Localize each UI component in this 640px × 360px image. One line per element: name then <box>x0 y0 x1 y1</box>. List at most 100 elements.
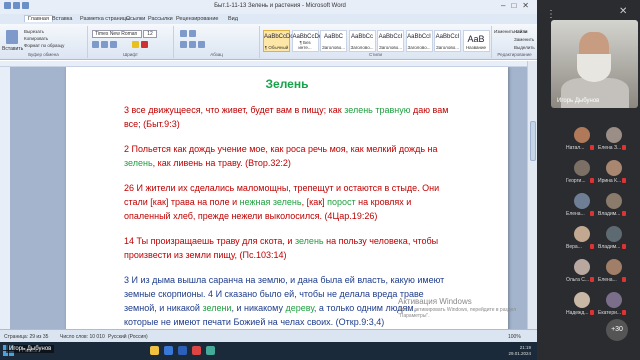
menu-icon[interactable]: ⋮ <box>546 9 556 20</box>
mic-muted-icon <box>622 145 626 150</box>
tab-5[interactable]: Рецензирование <box>176 16 218 22</box>
word-icon[interactable] <box>178 346 187 355</box>
verse-paragraph: 14 Ты произращаешь траву для скота, и зе… <box>124 234 450 262</box>
mic-muted-icon <box>622 310 626 315</box>
participant-tile[interactable]: Владим... <box>598 226 629 253</box>
mic-muted-icon <box>590 211 594 216</box>
style-item[interactable]: AaBbCcDc ¶ Без инте... <box>291 30 322 52</box>
verse-text: , [как] <box>301 197 328 207</box>
font-name-select[interactable]: Times New Roman <box>92 30 142 38</box>
participant-tile[interactable]: Владим... <box>598 193 629 220</box>
main-speaker-video[interactable] <box>551 20 638 108</box>
document-body[interactable]: 3 все движущееся, что живет, будет вам в… <box>124 103 450 329</box>
participant-tile[interactable]: Надежд... <box>566 292 597 319</box>
align-left-icon[interactable] <box>180 41 187 48</box>
speaker-beard <box>577 54 611 82</box>
status-language[interactable]: Русский (Россия) <box>108 334 148 340</box>
participant-tile[interactable]: Екатери... <box>598 292 629 319</box>
browser-icon[interactable] <box>164 346 173 355</box>
style-label: Заголово... <box>322 45 345 50</box>
highlighted-keyword: зелень <box>294 236 324 246</box>
mic-muted-icon <box>590 244 594 249</box>
close-icon[interactable]: ✕ <box>619 6 627 17</box>
style-preview: AaBbCc <box>350 34 373 40</box>
scroll-thumb[interactable] <box>530 121 536 161</box>
font-size-select[interactable]: 12 <box>143 30 157 38</box>
avatar <box>606 193 622 209</box>
participant-tile[interactable]: Ирина К... <box>598 160 629 187</box>
participant-tile[interactable]: Елена З... <box>598 127 629 154</box>
status-zoom[interactable]: 100% <box>508 334 521 340</box>
editing-group: Изменить стили Найти Заменить Выделить Р… <box>492 26 537 58</box>
tab-3[interactable]: Ссылки <box>126 16 145 22</box>
tab-1[interactable]: Вставка <box>52 16 72 22</box>
mic-muted-icon <box>622 211 626 216</box>
participant-tile[interactable]: Георги... <box>566 160 597 187</box>
avatar <box>606 226 622 242</box>
app-icon[interactable] <box>206 346 215 355</box>
participant-tile[interactable]: Ольга С... <box>566 259 597 286</box>
mic-muted-icon <box>622 178 626 183</box>
group-label: Буфер обмена <box>28 52 59 57</box>
select-button[interactable]: Выделить <box>514 45 535 50</box>
numbering-icon[interactable] <box>189 30 196 37</box>
participant-tile[interactable]: Натал... <box>566 127 597 154</box>
style-item[interactable]: AaBbC Заголово... <box>320 30 347 52</box>
style-preview: AaBbCcI <box>435 34 460 40</box>
participant-tile[interactable]: Елена... <box>598 259 629 286</box>
title-bar: Быт.1-11-13 Зелень и растения - Microsof… <box>0 0 537 14</box>
tab-0[interactable]: Главная <box>24 15 53 22</box>
status-bar: Страница: 29 из 35 Число слов: 10 010 Ру… <box>0 329 537 342</box>
format-painter-button[interactable]: Формат по образцу <box>24 43 64 48</box>
style-item[interactable]: AaBbCcDc ¶ Обычный <box>263 30 293 52</box>
style-item[interactable]: AaBbCcI Заголово... <box>434 30 461 52</box>
vertical-scrollbar[interactable] <box>527 61 537 329</box>
replace-button[interactable]: Заменить <box>514 37 534 42</box>
italic-icon[interactable] <box>101 41 108 48</box>
save-icon[interactable] <box>13 2 20 9</box>
quick-access-toolbar[interactable] <box>4 2 34 12</box>
style-label: ¶ Без инте... <box>298 40 312 50</box>
participant-tile[interactable]: Елена... <box>566 193 597 220</box>
font-color-icon[interactable] <box>141 41 148 48</box>
group-label: Стили <box>369 52 382 57</box>
copy-button[interactable]: Копировать <box>24 36 48 41</box>
highlighted-keyword: дереву <box>285 303 314 313</box>
bold-icon[interactable] <box>92 41 99 48</box>
office-button-icon[interactable] <box>4 2 11 9</box>
avatar <box>574 193 590 209</box>
status-words[interactable]: Число слов: 10 010 <box>60 334 105 340</box>
window-controls[interactable]: –□✕ <box>501 1 535 10</box>
paragraph-group: Абзац <box>174 26 260 58</box>
paste-icon[interactable] <box>6 30 18 44</box>
activation-title: Активация Windows <box>398 297 472 306</box>
more-participants-button[interactable]: +30 <box>606 319 628 341</box>
tab-4[interactable]: Рассылки <box>148 16 173 22</box>
find-button[interactable]: Найти <box>514 29 527 34</box>
style-item[interactable]: AaBbCc Заголово... <box>348 30 376 52</box>
style-label: Заголово... <box>407 45 431 50</box>
style-item[interactable]: AaBbCcI Заголово... <box>377 30 404 52</box>
align-right-icon[interactable] <box>198 41 205 48</box>
style-item[interactable]: AaB Название <box>462 30 490 52</box>
undo-icon[interactable] <box>22 2 29 9</box>
tab-6[interactable]: Вид <box>228 16 238 22</box>
clipboard-group: Вставить Вырезать Копировать Формат по о… <box>0 26 88 58</box>
document-page[interactable]: Зелень 3 все движущееся, что живет, буде… <box>66 67 508 329</box>
style-item[interactable]: AaBbCcI Заголово... <box>405 30 433 52</box>
window-title: Быт.1-11-13 Зелень и растения - Microsof… <box>214 3 346 9</box>
bullets-icon[interactable] <box>180 30 187 37</box>
tab-2[interactable]: Разметка страницы <box>80 16 130 22</box>
document-area[interactable]: Зелень 3 все движущееся, что живет, буде… <box>10 67 527 329</box>
align-center-icon[interactable] <box>189 41 196 48</box>
status-page[interactable]: Страница: 29 из 35 <box>4 334 48 340</box>
app-icon[interactable] <box>192 346 201 355</box>
taskbar-clock[interactable]: 21:19 29.01.2024 <box>508 345 531 357</box>
participant-tile[interactable]: Вера... <box>566 226 597 253</box>
cut-button[interactable]: Вырезать <box>24 29 44 34</box>
explorer-icon[interactable] <box>150 346 159 355</box>
mic-muted-icon <box>590 277 594 282</box>
highlight-icon[interactable] <box>132 41 139 48</box>
underline-icon[interactable] <box>110 41 117 48</box>
avatar <box>606 292 622 308</box>
